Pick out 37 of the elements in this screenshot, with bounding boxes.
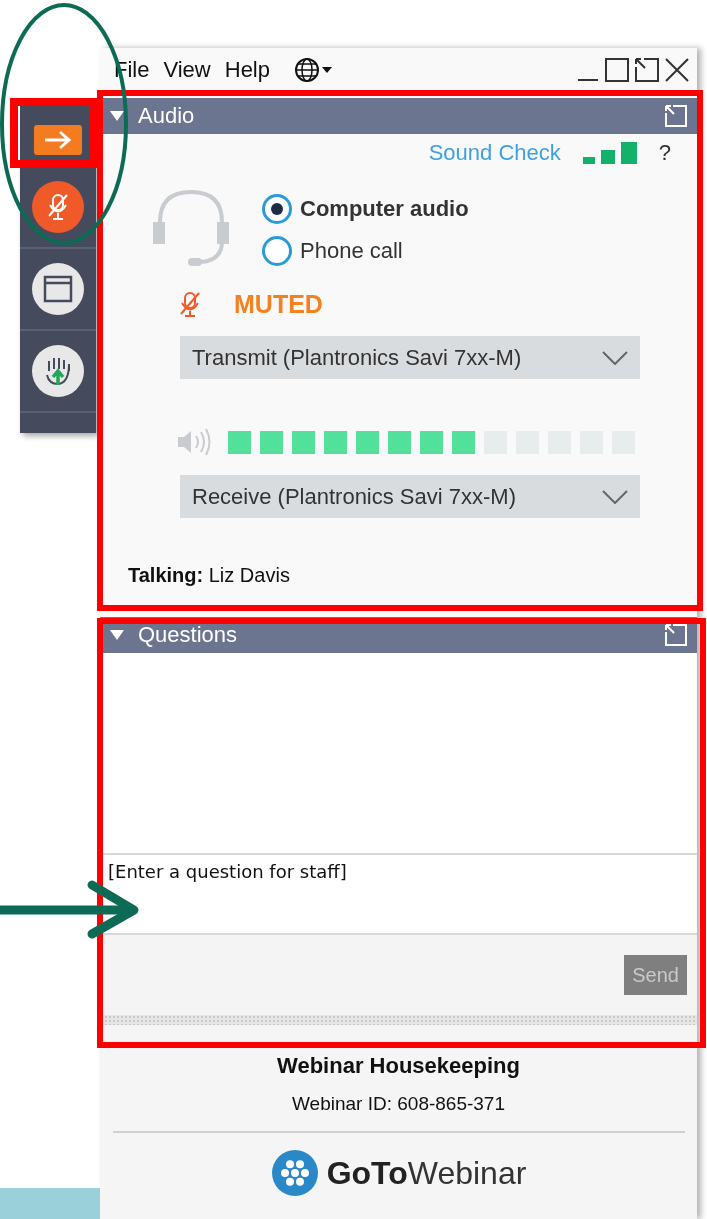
panel-title: Audio	[138, 103, 196, 129]
logo-text: GoToWebinar	[326, 1154, 527, 1192]
window-icon	[43, 275, 73, 303]
mute-status: MUTED	[234, 289, 323, 319]
headset-icon	[152, 188, 230, 268]
language-menu[interactable]	[294, 57, 332, 83]
hand-icon	[43, 355, 73, 387]
device-dropdown[interactable]: Receive (Plantronics Savi 7xx-M)	[180, 475, 640, 518]
speaker-icon	[176, 428, 212, 456]
panel-title: Questions	[138, 622, 239, 648]
radio-option[interactable]: Computer audio	[262, 194, 469, 224]
screen-button[interactable]	[32, 263, 84, 315]
chevron-down-icon	[602, 489, 628, 504]
menu-item[interactable]: Help	[224, 57, 270, 83]
raise-hand-button[interactable]	[32, 345, 84, 397]
resize-grip[interactable]	[100, 1015, 697, 1025]
menu-item[interactable]: View	[163, 57, 211, 83]
chevron-down-icon	[602, 350, 628, 365]
collapse-triangle-icon[interactable]	[110, 629, 124, 641]
microphone-button[interactable]	[32, 181, 84, 233]
device-dropdown[interactable]: Transmit (Plantronics Savi 7xx-M)	[180, 336, 640, 379]
flower-logo-icon	[270, 1149, 319, 1197]
pop-out-icon[interactable]	[635, 58, 659, 82]
maximize-icon[interactable]	[605, 58, 629, 82]
webinar-title: Webinar Housekeeping	[277, 1053, 520, 1079]
collapse-triangle-icon[interactable]	[110, 110, 124, 122]
radio-option[interactable]: Phone call	[262, 236, 469, 266]
close-icon[interactable]	[665, 58, 689, 82]
collapse-button[interactable]	[34, 125, 82, 155]
globe-icon	[294, 57, 320, 83]
talking-status: Talking: Liz Davis	[128, 564, 291, 587]
help-link[interactable]: ?	[658, 140, 671, 166]
caret-icon	[322, 66, 332, 74]
panel-header[interactable]: Audio	[100, 98, 697, 134]
arrow-right-icon	[43, 130, 73, 150]
webinar-id: Webinar ID: 608-865-371	[292, 1093, 505, 1115]
signal-bars-icon	[582, 142, 637, 164]
